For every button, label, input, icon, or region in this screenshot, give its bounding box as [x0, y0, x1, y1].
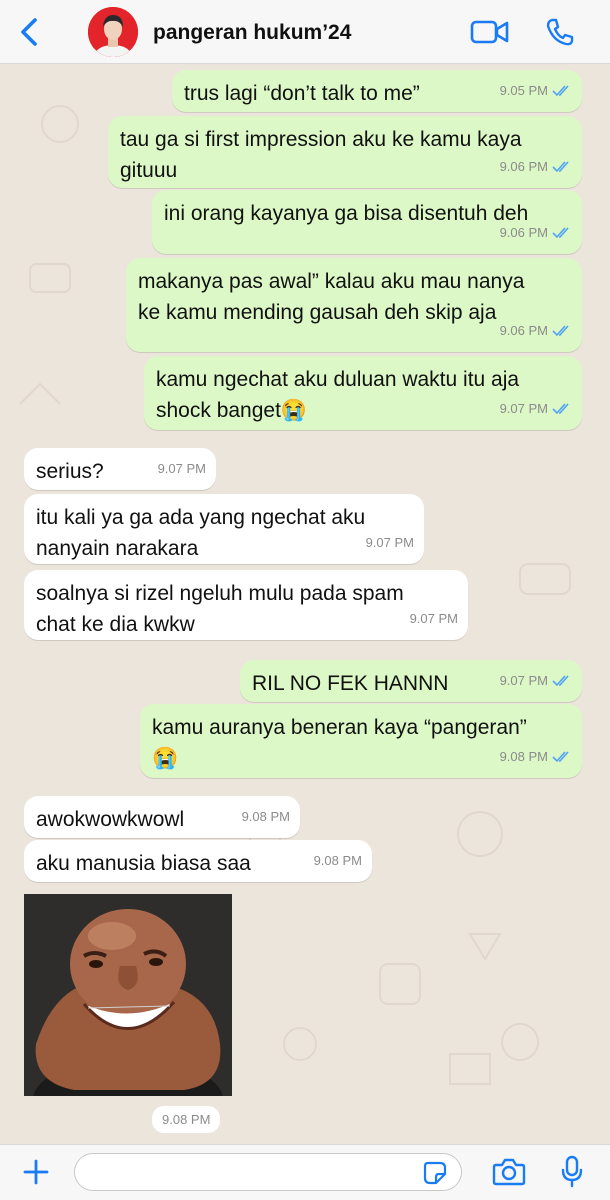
- read-ticks-icon: [552, 84, 569, 96]
- meme-photo: [24, 894, 232, 1096]
- message-text: ini orang kayanya ga bisa disentuh deh: [164, 202, 529, 225]
- message-text: aku manusia biasa saa: [36, 852, 251, 875]
- message-time: 9.05 PM: [499, 83, 548, 98]
- message-meta: 9.08 PM: [314, 845, 362, 876]
- message-outgoing[interactable]: RIL NO FEK HANNN 9.07 PM: [240, 660, 582, 702]
- image-message[interactable]: [24, 894, 232, 1096]
- message-input[interactable]: [74, 1153, 462, 1191]
- read-ticks-icon: [552, 402, 569, 414]
- image-time: 9.08 PM: [152, 1106, 221, 1133]
- message-time: 9.07 PM: [409, 611, 458, 626]
- video-camera-icon[interactable]: [470, 18, 510, 46]
- phone-icon[interactable]: [545, 17, 575, 47]
- message-time: 9.07 PM: [365, 535, 414, 550]
- read-ticks-icon: [552, 324, 569, 336]
- chat-header: pangeran hukum’24: [0, 0, 610, 64]
- message-time: 9.06 PM: [499, 159, 548, 174]
- message-text: kamu auranya beneran kaya “pangeran” 😭: [152, 716, 527, 770]
- message-incoming[interactable]: serius? 9.07 PM: [24, 448, 216, 490]
- message-text: makanya pas awal” kalau aku mau nanya ke…: [138, 270, 525, 324]
- message-time: 9.07 PM: [157, 461, 206, 476]
- message-meta: 9.06 PM: [500, 217, 572, 248]
- message-time: 9.08 PM: [499, 749, 548, 764]
- message-time: 9.08 PM: [241, 809, 290, 824]
- message-text: awokwowkwowl: [36, 808, 185, 831]
- message-meta: 9.06 PM: [500, 151, 572, 182]
- message-incoming[interactable]: aku manusia biasa saa 9.08 PM: [24, 840, 372, 882]
- message-time: 9.08 PM: [313, 853, 362, 868]
- read-ticks-icon: [552, 160, 569, 172]
- message-meta: 9.07 PM: [500, 665, 572, 696]
- message-meta: 9.08 PM: [500, 741, 572, 772]
- message-meta: 9.05 PM: [500, 75, 572, 106]
- message-meta: 9.07 PM: [410, 603, 458, 634]
- message-outgoing[interactable]: trus lagi “don’t talk to me” 9.05 PM: [172, 70, 582, 112]
- chevron-left-icon[interactable]: [16, 17, 42, 47]
- message-meta: 9.07 PM: [366, 527, 414, 558]
- read-ticks-icon: [552, 674, 569, 686]
- contact-name[interactable]: pangeran hukum’24: [153, 21, 351, 45]
- message-outgoing[interactable]: tau ga si first impression aku ke kamu k…: [108, 116, 582, 188]
- message-text: tau ga si first impression aku ke kamu k…: [120, 128, 522, 182]
- message-time: 9.07 PM: [499, 401, 548, 416]
- message-incoming[interactable]: awokwowkwowl 9.08 PM: [24, 796, 300, 838]
- message-time: 9.07 PM: [499, 673, 548, 688]
- composer-bar: [0, 1144, 610, 1200]
- message-incoming[interactable]: itu kali ya ga ada yang ngechat aku nany…: [24, 494, 424, 564]
- message-text: itu kali ya ga ada yang ngechat aku nany…: [36, 506, 366, 560]
- message-meta: 9.07 PM: [158, 453, 206, 484]
- sticker-icon[interactable]: [423, 1161, 447, 1185]
- message-outgoing[interactable]: kamu auranya beneran kaya “pangeran” 😭 9…: [140, 704, 582, 778]
- message-outgoing[interactable]: ini orang kayanya ga bisa disentuh deh 9…: [152, 190, 582, 254]
- message-meta: 9.08 PM: [242, 801, 290, 832]
- read-ticks-icon: [552, 750, 569, 762]
- microphone-icon[interactable]: [560, 1155, 584, 1189]
- message-meta: 9.06 PM: [500, 315, 572, 346]
- read-ticks-icon: [552, 226, 569, 238]
- message-outgoing[interactable]: makanya pas awal” kalau aku mau nanya ke…: [126, 258, 582, 352]
- message-meta: 9.07 PM: [500, 393, 572, 424]
- message-text: soalnya si rizel ngeluh mulu pada spam c…: [36, 582, 404, 636]
- message-outgoing[interactable]: kamu ngechat aku duluan waktu itu aja sh…: [144, 356, 582, 430]
- message-text: serius?: [36, 460, 104, 483]
- avatar[interactable]: [88, 7, 138, 57]
- message-text: trus lagi “don’t talk to me”: [184, 82, 420, 105]
- message-text: kamu ngechat aku duluan waktu itu aja sh…: [156, 368, 520, 422]
- message-time: 9.06 PM: [499, 225, 548, 240]
- message-incoming[interactable]: soalnya si rizel ngeluh mulu pada spam c…: [24, 570, 468, 640]
- plus-icon[interactable]: [22, 1158, 50, 1186]
- message-text: RIL NO FEK HANNN: [252, 672, 449, 695]
- message-time: 9.06 PM: [499, 323, 548, 338]
- chat-area[interactable]: trus lagi “don’t talk to me” 9.05 PM tau…: [0, 64, 610, 1144]
- camera-icon[interactable]: [492, 1157, 526, 1187]
